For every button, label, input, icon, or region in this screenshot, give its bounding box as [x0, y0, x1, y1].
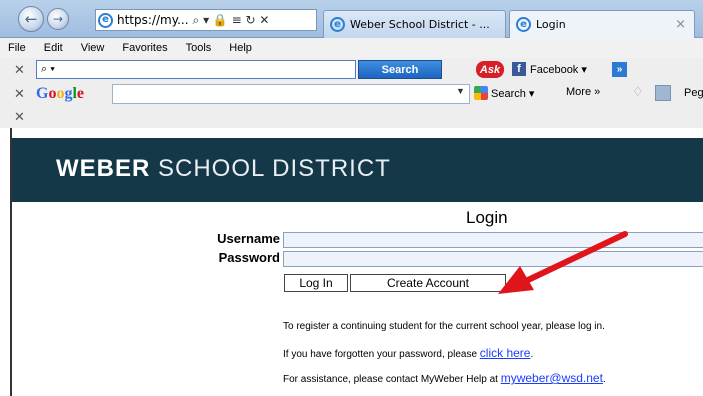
ask-toolbar: ✕ ⌕ ▾ Search Ask f Facebook ▾ »	[0, 58, 703, 82]
facebook-label: Facebook ▾	[530, 63, 587, 76]
ie-icon: e	[98, 12, 113, 28]
google-search-input[interactable]	[112, 84, 470, 104]
close-toolbar-icon[interactable]: ✕	[14, 63, 25, 78]
browser-tab-strip: ← → e https://my... ⌕ ▾ 🔒 ≡ ↻ ✕ e Weber …	[0, 0, 703, 38]
forward-button[interactable]: →	[47, 8, 69, 30]
address-text[interactable]: https://my...	[117, 13, 189, 27]
google-search-icon	[474, 86, 488, 100]
chevron-down-icon[interactable]: ▼	[456, 86, 465, 96]
forgot-password-text: If you have forgotten your password, ple…	[283, 346, 534, 360]
menu-help[interactable]: Help	[229, 42, 252, 54]
avatar[interactable]	[655, 85, 671, 101]
menu-file[interactable]: File	[8, 42, 26, 54]
username-field[interactable]	[283, 232, 703, 248]
address-bar[interactable]: e https://my... ⌕ ▾ 🔒 ≡ ↻ ✕	[95, 9, 317, 31]
close-toolbar-icon[interactable]: ✕	[14, 110, 25, 125]
back-button[interactable]: ←	[18, 6, 44, 32]
address-controls[interactable]: ⌕ ▾ 🔒 ≡ ↻ ✕	[193, 13, 270, 28]
ie-icon: e	[516, 17, 531, 32]
ask-search-button[interactable]: Search	[358, 60, 442, 79]
assistance-text: For assistance, please contact MyWeber H…	[283, 371, 606, 385]
site-logo[interactable]: WEBER SCHOOL DISTRICT	[56, 155, 391, 183]
page-content: WEBER SCHOOL DISTRICT Login Username Pas…	[10, 128, 703, 396]
tab-label: Login	[536, 18, 566, 31]
google-toolbar: ✕ Google ▼ Search ▾ More » ♢ Peg	[0, 82, 703, 106]
close-tab-icon[interactable]: ×	[675, 17, 686, 32]
ie-icon: e	[330, 17, 345, 32]
google-more-button[interactable]: More »	[566, 86, 600, 98]
close-toolbar-icon[interactable]: ✕	[14, 87, 25, 102]
user-name[interactable]: Peg	[684, 87, 703, 99]
page-title: Login	[466, 208, 508, 227]
forgot-password-link[interactable]: click here	[480, 346, 531, 360]
menu-view[interactable]: View	[81, 42, 105, 54]
ask-logo[interactable]: Ask	[476, 61, 504, 78]
password-label: Password	[218, 250, 280, 265]
tab-login[interactable]: e Login ×	[509, 10, 695, 38]
tab-label: Weber School District - ...	[350, 18, 490, 31]
tab-weber-school-district[interactable]: e Weber School District - ...	[323, 10, 506, 38]
ask-search-input[interactable]: ⌕ ▾	[36, 60, 356, 79]
google-search-button[interactable]: Search ▾	[474, 86, 534, 100]
register-info-text: To register a continuing student for the…	[283, 321, 605, 332]
empty-toolbar: ✕	[0, 106, 703, 128]
create-account-button[interactable]: Create Account	[350, 274, 506, 292]
facebook-icon: f	[512, 62, 526, 76]
google-search-label: Search ▾	[491, 87, 535, 100]
menu-tools[interactable]: Tools	[186, 42, 212, 54]
menu-favorites[interactable]: Favorites	[122, 42, 167, 54]
site-header: WEBER SCHOOL DISTRICT	[12, 138, 703, 202]
more-toolbar-button[interactable]: »	[612, 62, 627, 77]
login-button[interactable]: Log In	[284, 274, 348, 292]
password-field[interactable]	[283, 251, 703, 267]
bell-icon[interactable]: ♢	[632, 85, 644, 100]
facebook-button[interactable]: f Facebook ▾	[512, 62, 587, 76]
menu-bar: File Edit View Favorites Tools Help	[0, 38, 703, 58]
menu-edit[interactable]: Edit	[44, 42, 63, 54]
google-logo[interactable]: Google	[36, 85, 84, 103]
search-icon: ⌕ ▾	[41, 63, 55, 75]
username-label: Username	[217, 231, 280, 246]
help-email-link[interactable]: myweber@wsd.net	[501, 371, 603, 385]
